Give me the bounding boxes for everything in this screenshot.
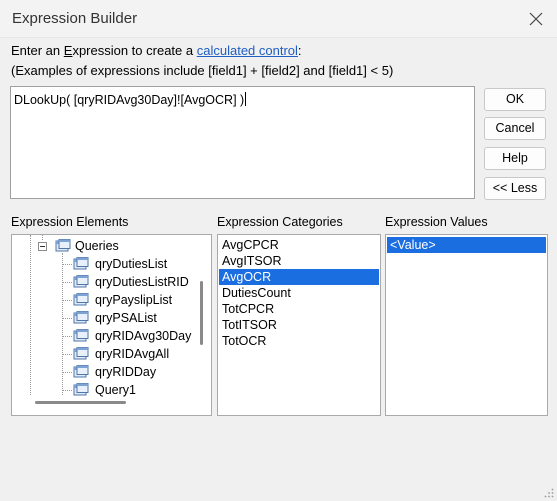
less-button[interactable]: << Less (484, 177, 546, 200)
help-button[interactable]: Help (484, 147, 546, 170)
query-icon (73, 293, 89, 306)
close-icon (529, 12, 543, 26)
tree-item-label: qryRIDAvg30Day (95, 329, 192, 343)
tree-guide-line (63, 336, 72, 337)
cancel-button[interactable]: Cancel (484, 117, 546, 140)
tree-item-query[interactable]: Query1 (12, 381, 192, 399)
tree-item-label: Query1 (95, 383, 136, 397)
category-item[interactable]: AvgITSOR (219, 253, 379, 269)
query-icon (73, 365, 89, 378)
expression-text: DLookUp( [qryRIDAvg30Day]![AvgOCR] ) (14, 93, 245, 107)
tree-guide-line (63, 318, 72, 319)
calculated-control-link[interactable]: calculated control (197, 43, 298, 58)
horizontal-scrollbar-thumb[interactable] (35, 401, 126, 404)
expression-values-list[interactable]: <Value> (385, 234, 548, 416)
tree-item-queries[interactable]: Queries (12, 237, 192, 255)
tree-guide-line (63, 372, 72, 373)
tree-guide-line (63, 282, 72, 283)
expression-categories-list[interactable]: AvgCPCR AvgITSOR AvgOCR DutiesCount TotCPCR T… (217, 234, 381, 416)
close-button[interactable] (521, 4, 551, 34)
category-item[interactable]: TotOCR (219, 333, 379, 349)
tree-item-query[interactable]: qryPSAList (12, 309, 192, 327)
tree-item-label: qryPayslipList (95, 293, 173, 307)
instruction-prefix: Enter an (11, 43, 64, 58)
instruction-suffix: : (297, 43, 302, 58)
window-title: Expression Builder (12, 10, 138, 27)
tree-item-query[interactable]: qryDutiesListRID (12, 273, 192, 291)
tree-item-query[interactable]: qryDutiesList (12, 255, 192, 273)
query-icon (73, 329, 89, 342)
tree-item-label: qryPSAList (95, 311, 157, 325)
collapse-icon[interactable] (38, 242, 47, 251)
instruction-line-1: Enter an Expression to create a calculat… (11, 43, 302, 58)
tree-guide-line (63, 300, 72, 301)
value-item[interactable]: <Value> (387, 237, 546, 253)
tree-item-query[interactable]: qryPayslipList (12, 291, 192, 309)
tree-guide-line (63, 264, 72, 265)
query-icon (73, 347, 89, 360)
ok-button[interactable]: OK (484, 88, 546, 111)
query-icon (73, 311, 89, 324)
tree-item-label: qryRIDDay (95, 365, 157, 379)
instruction-line-2: (Examples of expressions include [field1… (11, 63, 394, 78)
tree-item-label: Queries (75, 239, 119, 253)
tree-item-label: qryDutiesListRID (95, 275, 189, 289)
expression-values-label: Expression Values (385, 215, 488, 229)
vertical-scrollbar-thumb[interactable] (200, 281, 203, 345)
tree-item-label: qryRIDAvgAll (95, 347, 170, 361)
tree-item-query[interactable]: qryRIDAvgAll (12, 345, 192, 363)
query-icon (73, 275, 89, 288)
title-bar: Expression Builder (0, 0, 557, 38)
tree-item-query[interactable]: qryRIDAvg30Day (12, 327, 192, 345)
query-icon (73, 257, 89, 270)
expression-elements-tree[interactable]: Queries qryDutiesList qryDutiesListRID qry… (11, 234, 212, 416)
category-item[interactable]: AvgCPCR (219, 237, 379, 253)
category-item[interactable]: TotCPCR (219, 301, 379, 317)
tree-item-query[interactable]: qryRIDDay (12, 363, 192, 381)
category-item[interactable]: AvgOCR (219, 269, 379, 285)
query-icon (73, 383, 89, 396)
query-folder-icon (55, 239, 71, 252)
category-item[interactable]: DutiesCount (219, 285, 379, 301)
resize-grip-icon[interactable] (544, 488, 554, 498)
tree-item-label: qryDutiesList (95, 257, 168, 271)
expression-categories-label: Expression Categories (217, 215, 343, 229)
category-item[interactable]: TotITSOR (219, 317, 379, 333)
text-caret (245, 92, 247, 106)
tree-guide-line (63, 390, 72, 391)
instruction-middle: xpression to create a (72, 43, 197, 58)
tree-guide-line (63, 354, 72, 355)
expression-elements-label: Expression Elements (11, 215, 129, 229)
expression-input[interactable]: DLookUp( [qryRIDAvg30Day]![AvgOCR] ) (10, 86, 475, 199)
